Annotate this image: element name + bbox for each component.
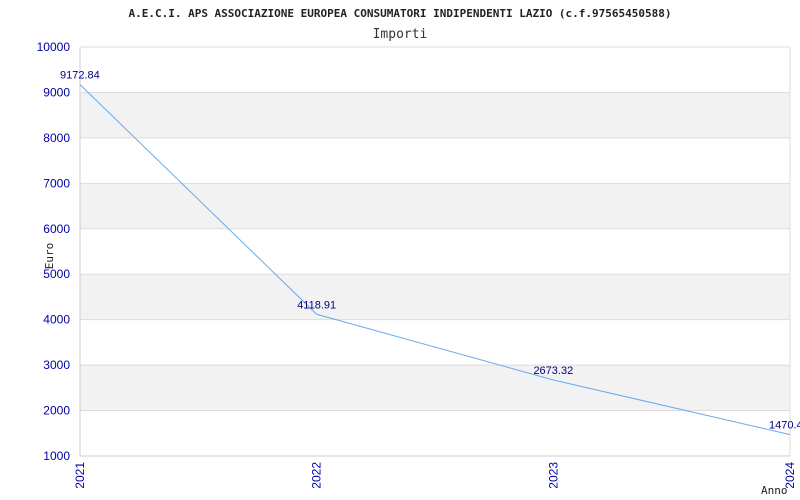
y-tick-label: 9000	[43, 85, 70, 99]
x-tick-label: 2023	[546, 462, 560, 489]
chart-subtitle: Importi	[373, 27, 428, 42]
y-tick-label: 6000	[43, 222, 70, 236]
grid-band	[80, 183, 790, 229]
grid-band	[80, 92, 790, 138]
y-tick-label: 4000	[43, 313, 70, 327]
chart-title: A.E.C.I. APS ASSOCIAZIONE EUROPEA CONSUM…	[128, 7, 671, 20]
y-axis-label: Euro	[43, 243, 56, 270]
data-label: 4118.91	[297, 299, 336, 311]
line-chart: A.E.C.I. APS ASSOCIAZIONE EUROPEA CONSUM…	[37, 7, 800, 497]
grid-band	[80, 274, 790, 320]
y-tick-label: 5000	[43, 267, 70, 281]
x-tick-labels: 2021 2022 2023 2024	[73, 462, 797, 489]
y-tick-label: 1000	[43, 449, 70, 463]
grid-band	[80, 365, 790, 411]
data-label: 9172.84	[60, 70, 100, 82]
data-label: 1470.4	[769, 420, 800, 432]
data-label: 2673.32	[533, 365, 573, 377]
y-tick-label: 7000	[43, 176, 70, 190]
y-tick-label: 2000	[43, 404, 70, 418]
x-tick-label: 2024	[783, 462, 797, 489]
y-tick-label: 3000	[43, 358, 70, 372]
x-tick-label: 2022	[310, 462, 324, 489]
grid-bands	[80, 92, 790, 411]
y-tick-label: 10000	[37, 40, 71, 54]
y-tick-label: 8000	[43, 131, 70, 145]
x-tick-label: 2021	[73, 462, 87, 489]
